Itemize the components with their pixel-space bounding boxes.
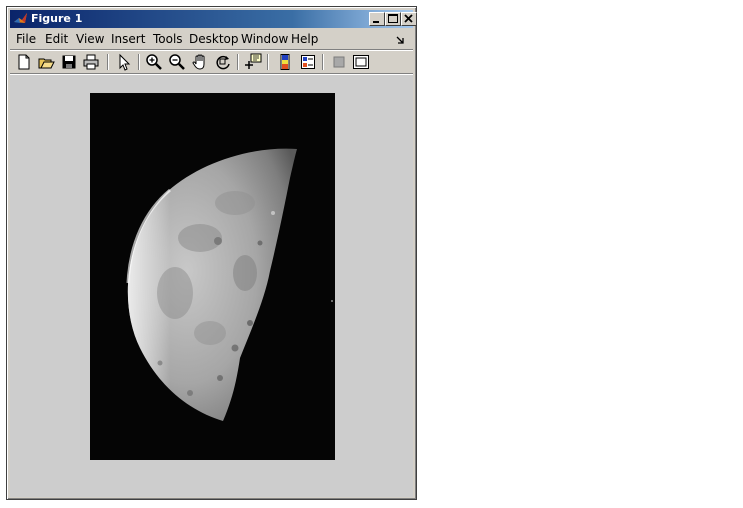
menu-bar: File Edit View Insert Tools Desktop Wind… [10, 29, 413, 48]
zoom-out-icon[interactable] [168, 53, 186, 71]
menu-insert[interactable]: Insert [111, 32, 145, 46]
open-file-icon[interactable] [37, 53, 55, 71]
insert-colorbar-icon[interactable] [276, 53, 294, 71]
toolbar-separator [267, 54, 269, 70]
minimize-button[interactable] [369, 12, 385, 26]
figure-toolbar [10, 51, 413, 73]
menu-window[interactable]: Window [241, 32, 288, 46]
figure-window: Figure 1 File Edit View Insert Tools Des… [6, 6, 417, 500]
new-figure-icon[interactable] [15, 53, 33, 71]
dock-arrow-icon[interactable] [395, 31, 407, 45]
toolbar-separator [322, 54, 324, 70]
toolbar-separator [138, 54, 140, 70]
figure-canvas[interactable] [10, 75, 413, 497]
show-plot-tools-icon[interactable] [352, 53, 370, 71]
data-cursor-icon[interactable] [244, 53, 262, 71]
rotate-3d-icon[interactable] [214, 53, 232, 71]
menu-tools[interactable]: Tools [153, 32, 183, 46]
maximize-icon [388, 14, 398, 23]
hide-plot-tools-icon[interactable] [330, 53, 348, 71]
minimize-icon [373, 21, 379, 23]
save-figure-icon[interactable] [60, 53, 78, 71]
close-button[interactable] [401, 12, 417, 26]
insert-legend-icon[interactable] [299, 53, 317, 71]
close-icon [404, 14, 413, 23]
menu-help[interactable]: Help [291, 32, 318, 46]
toolbar-separator [107, 54, 109, 70]
matlab-logo-icon [13, 11, 29, 27]
pan-icon[interactable] [191, 53, 209, 71]
window-title: Figure 1 [31, 12, 83, 25]
print-figure-icon[interactable] [82, 53, 100, 71]
title-bar[interactable]: Figure 1 [10, 10, 417, 28]
menu-view[interactable]: View [76, 32, 104, 46]
toolbar-separator [237, 54, 239, 70]
edit-plot-icon[interactable] [115, 53, 133, 71]
menu-file[interactable]: File [16, 32, 36, 46]
moon-image[interactable] [90, 93, 335, 460]
zoom-in-icon[interactable] [145, 53, 163, 71]
maximize-button[interactable] [385, 12, 401, 26]
menu-desktop[interactable]: Desktop [189, 32, 239, 46]
menu-edit[interactable]: Edit [45, 32, 68, 46]
